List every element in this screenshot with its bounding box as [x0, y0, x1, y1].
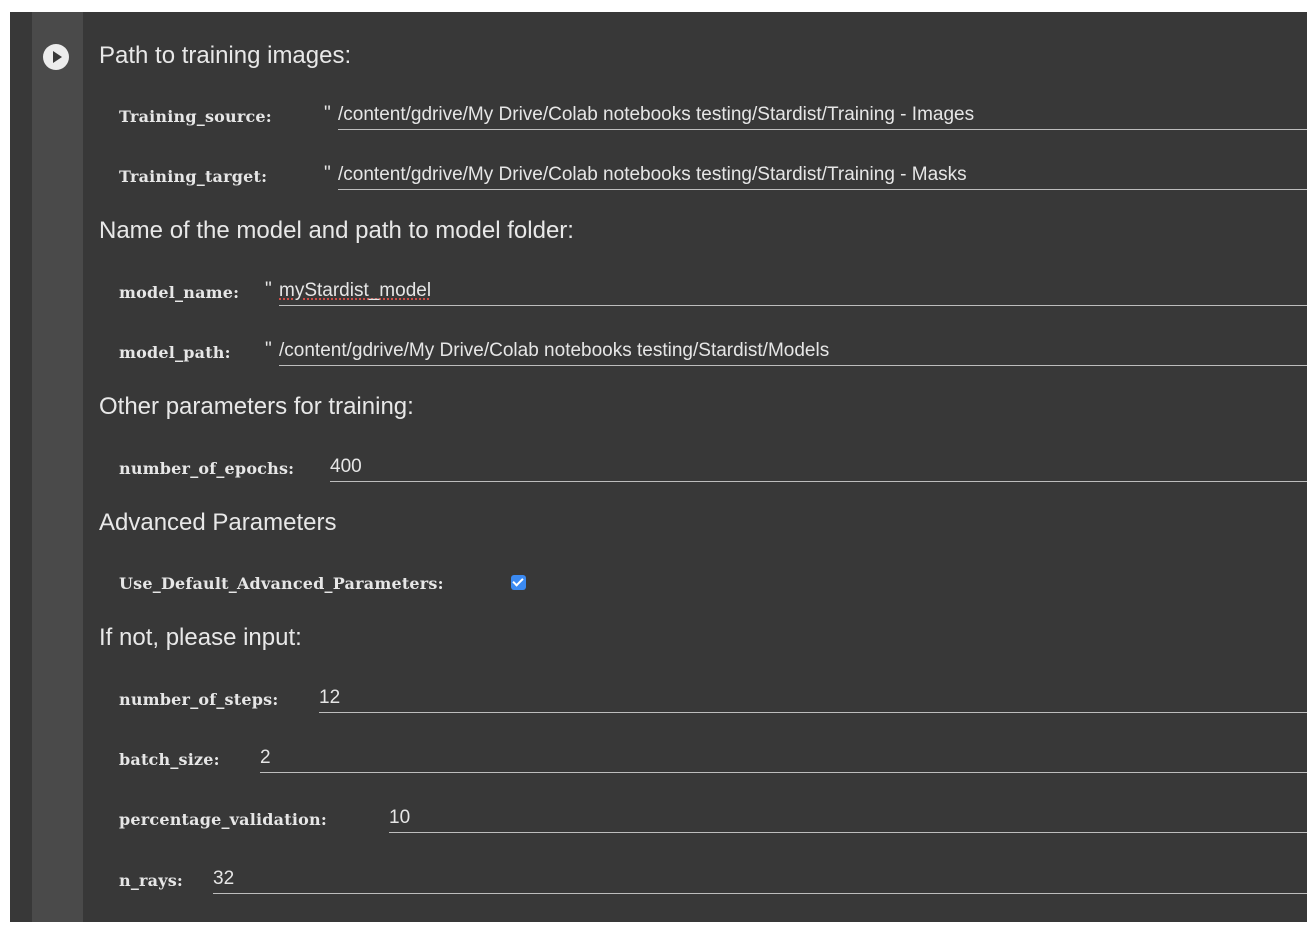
- field-training-source: Training_source: " /content/gdrive/My Dr…: [119, 101, 1307, 131]
- model-name-quote: ": [265, 279, 272, 300]
- use-default-advanced-checkbox[interactable]: [511, 575, 526, 590]
- model-name-label: model_name:: [119, 283, 240, 302]
- form-cell: Path to training images: Training_source…: [10, 12, 1307, 922]
- field-batch-size: batch_size: 2: [119, 744, 1307, 774]
- heading-other-params: Other parameters for training:: [99, 393, 414, 420]
- field-number-of-epochs: number_of_epochs: 400: [119, 453, 1307, 483]
- number-of-epochs-label: number_of_epochs:: [119, 459, 295, 478]
- training-source-input[interactable]: /content/gdrive/My Drive/Colab notebooks…: [338, 101, 1307, 130]
- number-of-steps-label: number_of_steps:: [119, 690, 279, 709]
- field-n-rays: n_rays: 32: [119, 865, 1307, 895]
- batch-size-label: batch_size:: [119, 750, 220, 769]
- heading-if-not: If not, please input:: [99, 624, 302, 651]
- model-name-input[interactable]: myStardist_model: [279, 277, 1307, 306]
- training-source-label: Training_source:: [119, 107, 272, 126]
- heading-advanced: Advanced Parameters: [99, 509, 337, 536]
- number-of-steps-input[interactable]: 12: [319, 684, 1307, 713]
- cell-gutter: [32, 12, 83, 922]
- batch-size-input[interactable]: 2: [260, 744, 1307, 773]
- use-default-advanced-label: Use_Default_Advanced_Parameters:: [119, 574, 444, 593]
- percentage-validation-input[interactable]: 10: [389, 804, 1307, 833]
- training-target-label: Training_target:: [119, 167, 268, 186]
- field-model-path: model_path: " /content/gdrive/My Drive/C…: [119, 337, 1307, 367]
- heading-training-paths: Path to training images:: [99, 42, 352, 69]
- field-number-of-steps: number_of_steps: 12: [119, 684, 1307, 714]
- model-path-input[interactable]: /content/gdrive/My Drive/Colab notebooks…: [279, 337, 1307, 366]
- run-cell-button[interactable]: [43, 44, 69, 70]
- percentage-validation-label: percentage_validation:: [119, 810, 327, 829]
- training-target-input[interactable]: /content/gdrive/My Drive/Colab notebooks…: [338, 161, 1307, 190]
- model-path-quote: ": [265, 339, 272, 360]
- field-training-target: Training_target: " /content/gdrive/My Dr…: [119, 161, 1307, 191]
- training-target-quote: ": [324, 163, 331, 184]
- number-of-epochs-input[interactable]: 400: [330, 453, 1307, 482]
- n-rays-input[interactable]: 32: [213, 865, 1307, 894]
- field-percentage-validation: percentage_validation: 10: [119, 804, 1307, 834]
- model-name-value: myStardist_model: [279, 280, 432, 301]
- training-source-quote: ": [324, 103, 331, 124]
- field-model-name: model_name: " myStardist_model: [119, 277, 1307, 307]
- model-path-label: model_path:: [119, 343, 231, 362]
- field-use-default-advanced: Use_Default_Advanced_Parameters:: [119, 568, 1307, 598]
- heading-model: Name of the model and path to model fold…: [99, 217, 574, 244]
- n-rays-label: n_rays:: [119, 871, 184, 890]
